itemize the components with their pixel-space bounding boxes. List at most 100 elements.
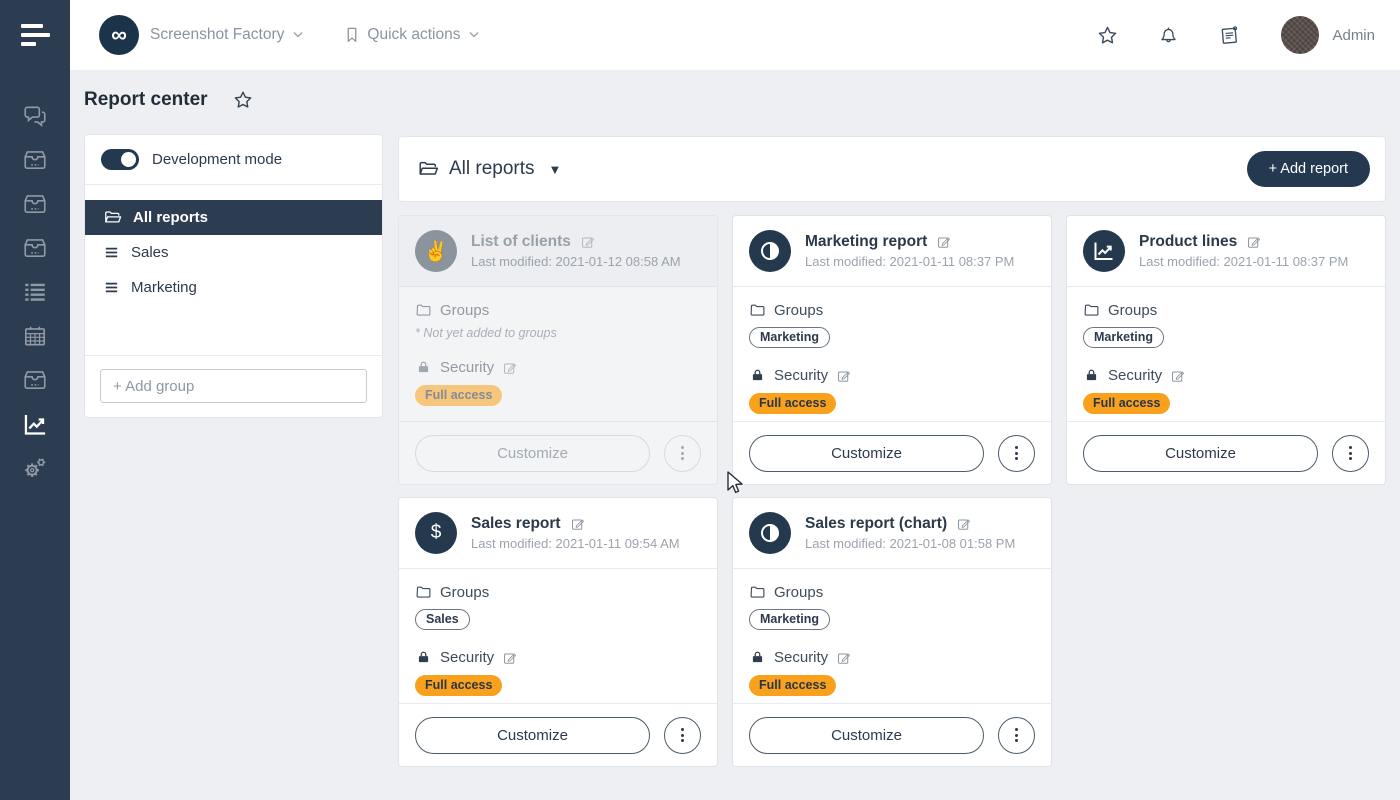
sidebar-item-inbox-4[interactable] xyxy=(0,358,70,402)
card-menu-button[interactable] xyxy=(998,717,1035,754)
edit-security-button[interactable] xyxy=(1170,368,1186,384)
card-menu-button[interactable] xyxy=(1332,435,1369,472)
edit-title-button[interactable] xyxy=(570,516,586,532)
card-footer: Customize xyxy=(733,421,1051,484)
add-report-button[interactable]: + Add report xyxy=(1247,151,1370,187)
app-logo[interactable]: ∞ xyxy=(99,15,139,55)
access-badge: Full access xyxy=(1083,393,1170,414)
card-header: Sales report (chart) Last modified: 2021… xyxy=(733,498,1051,569)
card-footer: Customize xyxy=(733,703,1051,766)
sidebar-item-inbox-1[interactable] xyxy=(0,138,70,182)
groups-label: Groups xyxy=(774,584,823,601)
group-nav-list: All reports Sales Marketing xyxy=(85,200,382,305)
group-item-marketing[interactable]: Marketing xyxy=(85,270,382,305)
sidebar-item-analytics[interactable] xyxy=(0,402,70,446)
group-item-sales[interactable]: Sales xyxy=(85,235,382,270)
edit-security-button[interactable] xyxy=(502,650,518,666)
chat-icon xyxy=(22,103,48,129)
favorites-button[interactable] xyxy=(1096,24,1119,47)
customize-button[interactable]: Customize xyxy=(749,435,984,472)
app-name-menu[interactable]: Screenshot Factory xyxy=(150,26,284,44)
access-badge: Full access xyxy=(749,393,836,414)
groups-row: Groups xyxy=(415,584,701,601)
sidebar-item-chat[interactable] xyxy=(0,94,70,138)
topbar-actions: Admin xyxy=(1096,16,1375,54)
lock-icon xyxy=(415,649,432,666)
sidebar-item-list[interactable] xyxy=(0,270,70,314)
folder-icon xyxy=(749,302,766,319)
edit-title-button[interactable] xyxy=(956,516,972,532)
edit-security-button[interactable] xyxy=(836,650,852,666)
edit-security-button[interactable] xyxy=(502,360,518,376)
folder-open-icon xyxy=(103,208,122,227)
groups-row: Groups xyxy=(1083,302,1369,319)
group-filter-dropdown[interactable]: All reports ▼ xyxy=(417,158,561,180)
infinity-logo-icon: ∞ xyxy=(111,24,127,46)
security-row: Security xyxy=(415,649,701,666)
pie-chart-icon xyxy=(749,230,791,272)
edit-title-button[interactable] xyxy=(936,234,952,250)
star-icon xyxy=(232,89,254,111)
report-card: Marketing report Last modified: 2021-01-… xyxy=(732,215,1052,485)
report-title: List of clients xyxy=(471,233,571,251)
quick-actions-label: Quick actions xyxy=(367,26,460,44)
user-role-label: Admin xyxy=(1332,27,1375,44)
group-item-label: All reports xyxy=(133,209,208,226)
card-header: ✌ List of clients Last modified: 2021-01… xyxy=(399,216,717,287)
group-item-all-reports[interactable]: All reports xyxy=(85,200,382,235)
edit-title-button[interactable] xyxy=(1246,234,1262,250)
edit-security-button[interactable] xyxy=(836,368,852,384)
bell-icon xyxy=(1157,24,1180,47)
card-header: Product lines Last modified: 2021-01-11 … xyxy=(1067,216,1385,287)
edit-icon xyxy=(502,360,518,376)
inbox-icon xyxy=(22,367,48,393)
notifications-button[interactable] xyxy=(1157,24,1180,47)
sidebar-item-inbox-3[interactable] xyxy=(0,226,70,270)
card-footer: Customize xyxy=(399,421,717,484)
user-avatar[interactable] xyxy=(1281,16,1319,54)
star-icon xyxy=(1096,24,1119,47)
group-item-label: Marketing xyxy=(131,279,197,296)
edit-icon xyxy=(502,650,518,666)
security-label: Security xyxy=(774,367,828,384)
edit-icon xyxy=(956,516,972,532)
customize-button[interactable]: Customize xyxy=(1083,435,1318,472)
folder-open-icon xyxy=(417,158,439,180)
group-badge: Marketing xyxy=(749,327,830,348)
customize-button[interactable]: Customize xyxy=(749,717,984,754)
report-title: Product lines xyxy=(1139,233,1237,251)
edit-icon xyxy=(1170,368,1186,384)
customize-button[interactable]: Customize xyxy=(415,717,650,754)
kebab-icon xyxy=(681,446,684,449)
security-row: Security xyxy=(1083,367,1369,384)
card-menu-button[interactable] xyxy=(998,435,1035,472)
sidebar-item-settings[interactable] xyxy=(0,446,70,490)
report-title: Sales report (chart) xyxy=(805,515,947,533)
edit-title-button[interactable] xyxy=(580,234,596,250)
favorite-page-button[interactable] xyxy=(232,89,254,111)
lock-icon xyxy=(749,649,766,666)
inbox-icon xyxy=(22,147,48,173)
sidebar-item-calendar[interactable] xyxy=(0,314,70,358)
topbar: ∞ Screenshot Factory Quick actions Admin xyxy=(70,0,1400,70)
sidebar-item-inbox-2[interactable] xyxy=(0,182,70,226)
sidebar-nav xyxy=(0,94,70,490)
customize-button[interactable]: Customize xyxy=(415,435,650,472)
quick-actions-menu[interactable]: Quick actions xyxy=(342,25,480,45)
card-menu-button[interactable] xyxy=(664,717,701,754)
security-row: Security xyxy=(415,359,701,376)
menu-toggle-button[interactable] xyxy=(0,0,70,70)
report-card: Product lines Last modified: 2021-01-11 … xyxy=(1066,215,1386,485)
last-modified: Last modified: 2021-01-11 08:37 PM xyxy=(1139,254,1348,269)
folder-icon xyxy=(415,584,432,601)
card-body: Groups Sales Security Full access xyxy=(399,569,717,696)
drag-handle-icon xyxy=(103,244,120,261)
kebab-icon xyxy=(1349,446,1352,449)
last-modified: Last modified: 2021-01-11 08:37 PM xyxy=(805,254,1014,269)
release-notes-button[interactable] xyxy=(1218,24,1241,47)
card-menu-button[interactable] xyxy=(664,435,701,472)
development-mode-toggle[interactable] xyxy=(101,149,139,170)
add-group-input[interactable] xyxy=(100,369,367,403)
lock-icon xyxy=(415,359,432,376)
security-label: Security xyxy=(440,359,494,376)
